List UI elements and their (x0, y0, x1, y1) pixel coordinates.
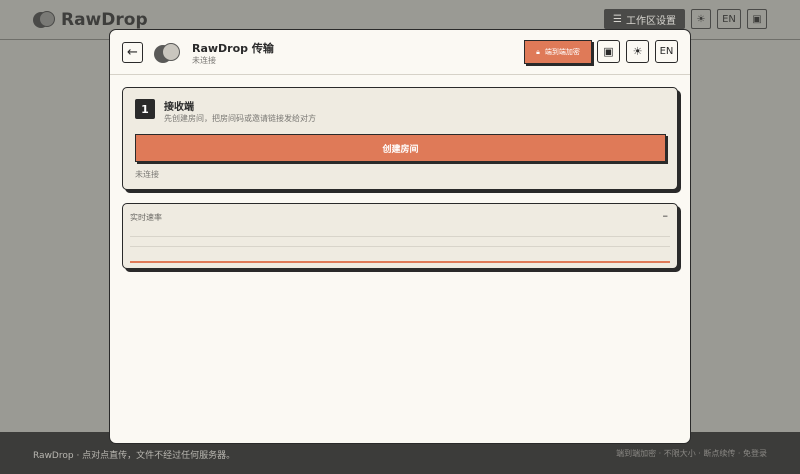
sun-icon: ☀ (696, 13, 706, 25)
back-button[interactable]: ← (122, 42, 143, 63)
footer-features: 端到端加密 · 不限大小 · 断点续传 · 免登录 (616, 449, 767, 458)
modal-logo-icon (154, 41, 180, 65)
speed-value: – (662, 209, 669, 222)
footer-tagline: RawDrop · 点对点直传，文件不经过任何服务器。 (33, 451, 236, 461)
logo-mark-icon (33, 9, 55, 31)
sliders-icon: ☰ (613, 13, 622, 25)
speed-gridline (130, 246, 670, 247)
speed-label: 实时速率 (130, 213, 162, 222)
background-logo: RawDrop (33, 9, 148, 31)
modal-title: RawDrop 传输 (192, 42, 274, 55)
receiver-status: 未连接 (135, 170, 159, 179)
speed-baseline (130, 261, 670, 263)
lock-icon: 🔒︎ (536, 47, 540, 56)
encryption-button[interactable]: 🔒︎ 端到端加密 (524, 40, 592, 64)
create-room-button[interactable]: 创建房间 (135, 134, 666, 162)
receiver-description: 先创建房间，把房间码或邀请链接发给对方 (164, 114, 316, 123)
step-number: 1 (135, 99, 155, 119)
modal-header: ← RawDrop 传输 未连接 🔒︎ 端到端加密 ▣ ☀ EN (110, 30, 690, 75)
theme-toggle-button[interactable]: ☀ (626, 40, 649, 63)
archive-button[interactable]: ▣ (597, 40, 620, 63)
transfer-modal: ← RawDrop 传输 未连接 🔒︎ 端到端加密 ▣ ☀ EN 1 接收端 先… (109, 29, 691, 444)
background-lang-button[interactable]: EN (717, 9, 741, 29)
receiver-title: 接收端 (164, 102, 194, 113)
background-archive-button[interactable]: ▣ (747, 9, 767, 29)
archive-icon: ▣ (603, 45, 614, 58)
background-theme-button[interactable]: ☀ (691, 9, 711, 29)
background-toolbar: ☰ 工作区设置 ☀ EN ▣ (604, 9, 767, 29)
speed-card: 实时速率 – (122, 203, 678, 269)
arrow-left-icon: ← (127, 45, 138, 60)
background-app-name: RawDrop (61, 10, 148, 30)
modal-connection-status: 未连接 (192, 56, 216, 65)
sun-icon: ☀ (632, 45, 643, 58)
speed-gridline (130, 236, 670, 237)
language-button[interactable]: EN (655, 40, 678, 63)
archive-icon: ▣ (752, 13, 762, 25)
workspace-settings-button[interactable]: ☰ 工作区设置 (604, 9, 685, 29)
receiver-card: 1 接收端 先创建房间，把房间码或邀请链接发给对方 创建房间 未连接 (122, 87, 678, 190)
